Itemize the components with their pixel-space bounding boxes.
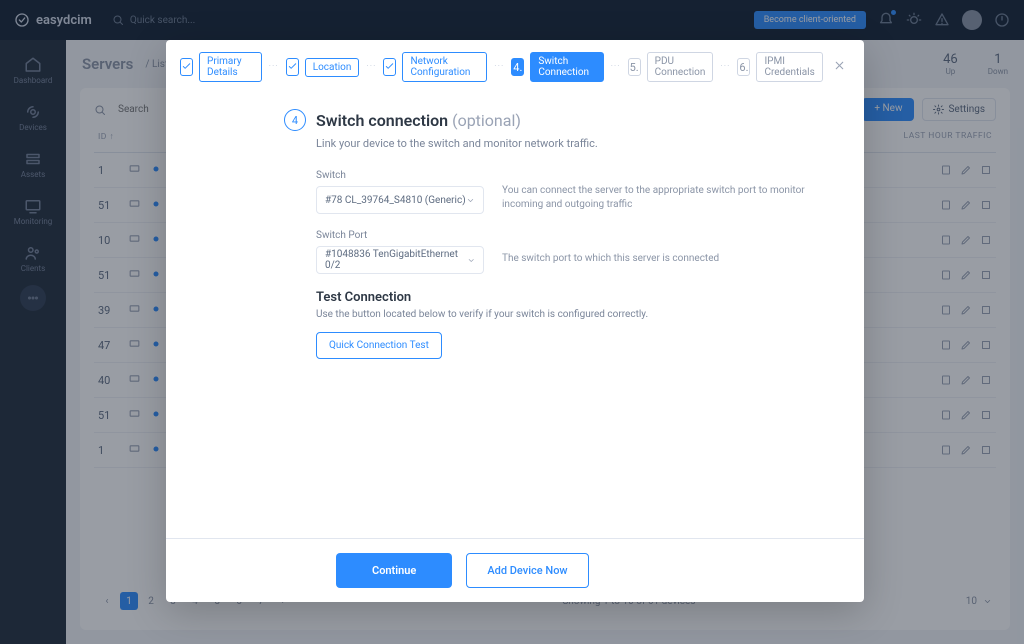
test-connection-heading: Test Connection <box>316 290 834 305</box>
step-check-2[interactable] <box>286 58 299 76</box>
step-primary-details[interactable]: Primary Details <box>199 52 262 82</box>
section-number: 4 <box>284 109 306 131</box>
switch-port-selected-value: #1048836 TenGigabitEthernet 0/2 <box>325 249 467 271</box>
step-check-3[interactable] <box>383 58 396 76</box>
step-ipmi-credentials[interactable]: IPMI Credentials <box>756 52 822 82</box>
section-title: Switch connection (optional) <box>316 111 521 130</box>
switch-port-select[interactable]: #1048836 TenGigabitEthernet 0/2 <box>316 246 484 274</box>
step-separator: ··· <box>365 62 377 72</box>
step-separator: ··· <box>610 62 622 72</box>
step-num-5[interactable]: 5. <box>628 58 641 76</box>
switch-description: You can connect the server to the approp… <box>502 170 834 214</box>
step-separator: ··· <box>268 62 280 72</box>
switch-selected-value: #78 CL_39764_S4810 (Generic) <box>325 195 466 206</box>
step-pdu-connection[interactable]: PDU Connection <box>647 52 714 82</box>
add-device-now-button[interactable]: Add Device Now <box>466 553 588 588</box>
step-location[interactable]: Location <box>305 58 360 77</box>
step-separator: ··· <box>493 62 505 72</box>
switch-port-label: Switch Port <box>316 230 484 241</box>
step-switch-connection[interactable]: Switch Connection <box>530 52 603 82</box>
wizard-steps: Primary Details ··· Location ··· Network… <box>166 40 864 95</box>
switch-port-description: The switch port to which this server is … <box>502 230 834 274</box>
test-connection-text: Use the button located below to verify i… <box>316 309 834 320</box>
chevron-down-icon <box>467 256 475 265</box>
continue-button[interactable]: Continue <box>336 553 452 588</box>
chevron-down-icon <box>466 196 475 205</box>
quick-connection-test-button[interactable]: Quick Connection Test <box>316 332 442 359</box>
switch-label: Switch <box>316 170 484 181</box>
check-icon <box>181 61 192 72</box>
add-device-modal: Primary Details ··· Location ··· Network… <box>166 40 864 602</box>
step-num-6[interactable]: 6. <box>737 58 750 76</box>
close-icon <box>833 59 846 72</box>
switch-select[interactable]: #78 CL_39764_S4810 (Generic) <box>316 186 484 214</box>
step-num-4[interactable]: 4. <box>511 58 524 76</box>
check-icon <box>287 61 298 72</box>
close-button[interactable] <box>829 55 850 79</box>
check-icon <box>384 61 395 72</box>
step-check-1[interactable] <box>180 58 193 76</box>
step-separator: ··· <box>719 62 731 72</box>
section-subtitle: Link your device to the switch and monit… <box>316 137 834 150</box>
step-network-config[interactable]: Network Configuration <box>402 52 487 82</box>
